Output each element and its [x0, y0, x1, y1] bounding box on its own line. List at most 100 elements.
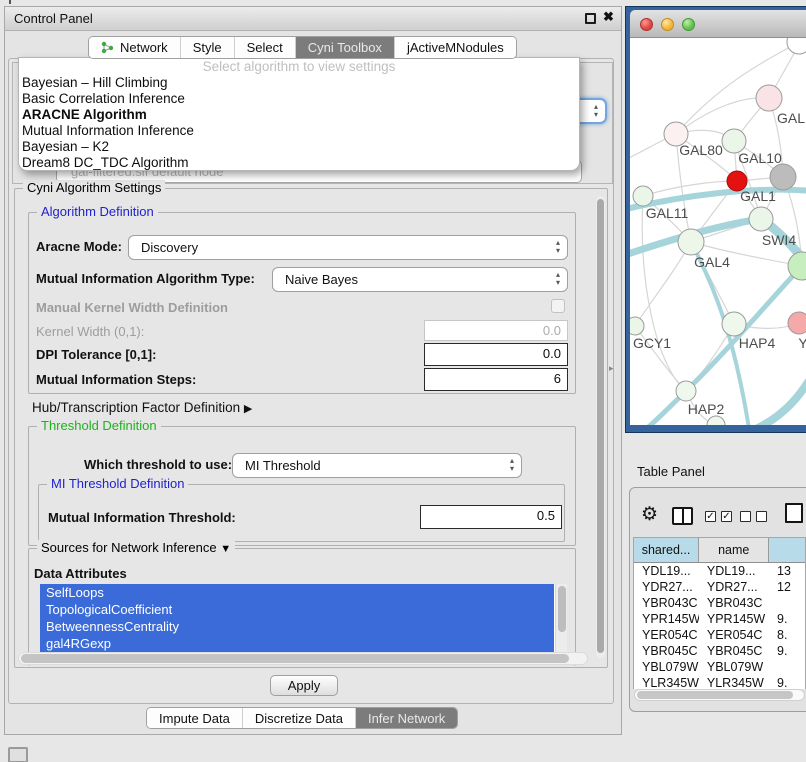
network-node-gal11[interactable]	[633, 186, 653, 206]
bottom-tab-impute-data[interactable]: Impute Data	[147, 708, 243, 728]
network-node-labels: GALGAL80GAL10GAL1SWI4GAL11GAL4GCY1HAP4YH…	[633, 110, 806, 417]
tab-select-label: Select	[247, 40, 283, 55]
network-node[interactable]	[707, 416, 725, 425]
kernel-width-field[interactable]: 0.0	[424, 320, 568, 341]
attributes-scrollbar-thumb[interactable]	[558, 586, 566, 632]
apply-button[interactable]: Apply	[270, 675, 338, 696]
network-node-gcy1[interactable]	[630, 317, 644, 335]
node-table[interactable]: shared...name YDL19...YDL19...13YDR27...…	[633, 537, 806, 689]
table-horizontal-scrollbar-thumb[interactable]	[637, 691, 793, 699]
network-node-gal4[interactable]	[678, 229, 704, 255]
tab-cyni-toolbox[interactable]: Cyni Toolbox	[296, 37, 395, 58]
network-node[interactable]	[770, 164, 796, 190]
attribute-item-selfloops[interactable]: SelfLoops	[40, 584, 554, 601]
network-node[interactable]	[787, 38, 806, 54]
hub-transcription-factor-expander[interactable]: Hub/Transcription Factor Definition ▶	[32, 400, 252, 415]
network-window-titlebar[interactable]	[630, 10, 806, 38]
table-horizontal-scrollbar[interactable]	[634, 689, 805, 701]
algorithm-options-list: Bayesian – Hill ClimbingBasic Correlatio…	[19, 75, 579, 171]
settings-vertical-scrollbar[interactable]	[596, 196, 605, 658]
algorithm-option-aracne-algorithm[interactable]: ARACNE Algorithm	[19, 107, 579, 123]
stepper-arrows-icon: ▴▾	[556, 239, 560, 255]
tab-select[interactable]: Select	[235, 37, 296, 58]
column-header-name[interactable]: name	[699, 538, 769, 562]
manual-kernel-width-checkbox[interactable]	[551, 299, 565, 313]
mi-threshold-label: Mutual Information Threshold:	[48, 510, 236, 525]
manual-kernel-width-label: Manual Kernel Width Definition	[36, 300, 228, 315]
settings-horizontal-scrollbar-thumb[interactable]	[21, 654, 569, 663]
bottom-tab-discretize-data-label: Discretize Data	[255, 711, 343, 726]
attribute-item-betweennesscentrality[interactable]: BetweennessCentrality	[40, 618, 554, 635]
node-label-gal4: GAL4	[694, 254, 730, 270]
table-cell: YPR145W	[634, 611, 699, 627]
tab-network[interactable]: Network	[89, 37, 181, 58]
table-cell: YBL079W	[699, 659, 769, 675]
attributes-scrollbar[interactable]	[555, 584, 567, 656]
mi-algorithm-type-combobox[interactable]: Naive Bayes ▴▾	[272, 267, 568, 292]
mi-threshold-field[interactable]: 0.5	[420, 505, 562, 529]
table-row[interactable]: YBR043CYBR043C	[634, 595, 805, 611]
sources-legend[interactable]: Sources for Network Inference ▼	[37, 540, 235, 555]
close-traffic-light-icon[interactable]	[640, 18, 653, 31]
network-node-gal[interactable]	[756, 85, 782, 111]
node-label-gal: GAL	[777, 110, 805, 126]
algorithm-option-dream8-dc-tdc-algorithm[interactable]: Dream8 DC_TDC Algorithm	[19, 155, 579, 171]
gear-icon[interactable]: ⚙	[641, 503, 658, 526]
attribute-item-gal4rgexp[interactable]: gal4RGexp	[40, 635, 554, 652]
table-row[interactable]: YDR27...YDR27...12	[634, 579, 805, 595]
attribute-item-topologicalcoefficient[interactable]: TopologicalCoefficient	[40, 601, 554, 618]
hub-transcription-factor-label: Hub/Transcription Factor Definition	[32, 400, 240, 415]
settings-vertical-scrollbar-thumb[interactable]	[597, 199, 604, 653]
column-header-shared[interactable]: shared...	[634, 538, 699, 562]
network-view-canvas[interactable]: GALGAL80GAL10GAL1SWI4GAL11GAL4GCY1HAP4YH…	[630, 38, 806, 425]
table-row[interactable]: YBR045CYBR045C9.	[634, 643, 805, 659]
network-node-hap2[interactable]	[676, 381, 696, 401]
bottom-tab-discretize-data[interactable]: Discretize Data	[243, 708, 356, 728]
stepper-arrows-icon: ▴▾	[510, 457, 514, 473]
table-row[interactable]: YDL19...YDL19...13	[634, 563, 805, 579]
mi-steps-field[interactable]: 6	[424, 368, 568, 391]
tab-jactivemnodules-label: jActiveMNodules	[407, 40, 504, 55]
table-cell: YBR045C	[634, 643, 699, 659]
table-row[interactable]: YPR145WYPR145W9.	[634, 611, 805, 627]
tab-style[interactable]: Style	[181, 37, 235, 58]
table-cell	[769, 659, 805, 675]
table-row[interactable]: YBL079WYBL079W	[634, 659, 805, 675]
bottom-tab-infer-network[interactable]: Infer Network	[356, 708, 457, 728]
network-node-swi4[interactable]	[749, 207, 773, 231]
minimize-traffic-light-icon[interactable]	[661, 18, 674, 31]
table-cell: YBR043C	[699, 595, 769, 611]
aracne-mode-combobox[interactable]: Discovery ▴▾	[128, 235, 568, 260]
network-node-y[interactable]	[788, 312, 806, 334]
table-row[interactable]: YLR345WYLR345W9.	[634, 675, 805, 689]
table-cell: 13	[769, 563, 805, 579]
algorithm-popup-placeholder: Select algorithm to view settings	[19, 58, 579, 75]
checked-checkbox-icon[interactable]: ✓	[721, 511, 732, 522]
algorithm-option-bayesian-hill-climbing[interactable]: Bayesian – Hill Climbing	[19, 75, 579, 91]
algorithm-option-basic-correlation-inference[interactable]: Basic Correlation Inference	[19, 91, 579, 107]
which-threshold-combobox[interactable]: MI Threshold ▴▾	[232, 453, 522, 478]
algorithm-dropdown-popup: Select algorithm to view settings Bayesi…	[18, 57, 580, 171]
unchecked-checkbox-icon[interactable]	[756, 511, 767, 522]
algorithm-option-mutual-information-inference[interactable]: Mutual Information Inference	[19, 123, 579, 139]
checked-checkbox-icon[interactable]: ✓	[705, 511, 716, 522]
splitter-handle-icon[interactable]: ▸	[609, 363, 614, 374]
settings-horizontal-scrollbar[interactable]	[18, 652, 588, 665]
table-cell: YDL19...	[634, 563, 699, 579]
float-window-icon[interactable]	[585, 13, 596, 24]
stepper-arrows-icon: ▴▾	[556, 271, 560, 287]
column-header-extra[interactable]	[769, 538, 805, 562]
document-icon[interactable]	[785, 503, 803, 523]
tab-jactivemnodules[interactable]: jActiveMNodules	[395, 37, 516, 58]
data-attributes-list[interactable]: SelfLoopsTopologicalCoefficientBetweenne…	[40, 584, 567, 656]
table-row[interactable]: YER054CYER054C8.	[634, 627, 805, 643]
zoom-traffic-light-icon[interactable]	[682, 18, 695, 31]
dpi-tolerance-field[interactable]: 0.0	[424, 343, 568, 366]
algorithm-option-bayesian-k2[interactable]: Bayesian – K2	[19, 139, 579, 155]
column-layout-icon[interactable]	[672, 507, 693, 525]
unchecked-checkbox-icon[interactable]	[740, 511, 751, 522]
dock-panel-icon[interactable]	[8, 747, 28, 762]
network-node-hap4[interactable]	[722, 312, 746, 336]
mi-algorithm-type-label: Mutual Information Algorithm Type:	[36, 271, 255, 286]
close-icon[interactable]: ✖	[603, 9, 614, 25]
